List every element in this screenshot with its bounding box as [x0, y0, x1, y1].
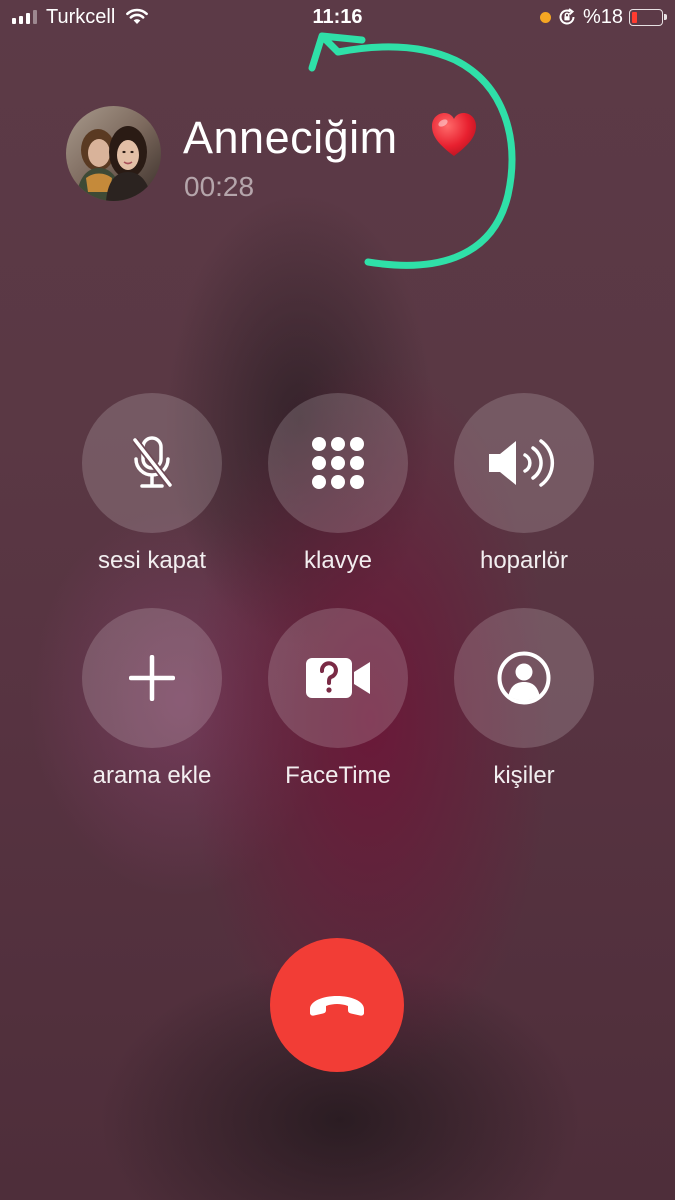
- call-duration: 00:28: [184, 171, 255, 202]
- end-call-button[interactable]: [270, 938, 404, 1072]
- mute-control[interactable]: sesi kapat: [82, 393, 222, 575]
- keypad-icon: [312, 437, 364, 489]
- caller-avatar: [66, 106, 161, 201]
- speaker-control[interactable]: hoparlör: [454, 393, 594, 575]
- facetime-control[interactable]: FaceTime: [268, 608, 408, 790]
- caller-name: Anneciğim: [183, 112, 398, 163]
- battery-level: [632, 11, 637, 23]
- facetime-icon: [306, 658, 370, 698]
- heart-icon: [432, 113, 476, 156]
- contacts-button[interactable]: [454, 608, 594, 748]
- add-call-label: arama ekle: [92, 762, 212, 789]
- contacts-control[interactable]: kişiler: [454, 608, 594, 790]
- mute-button[interactable]: [82, 393, 222, 533]
- speaker-label: hoparlör: [479, 547, 569, 574]
- keypad-button[interactable]: [268, 393, 408, 533]
- orange-dot-indicator: [539, 11, 551, 23]
- status-right-group: %18: [539, 5, 667, 28]
- end-call-icon: [310, 996, 364, 1016]
- battery-icon: [629, 8, 667, 26]
- battery-percentage: %18: [582, 5, 623, 28]
- rotation-lock-icon: [559, 8, 575, 25]
- keypad-control[interactable]: klavye: [268, 393, 408, 575]
- mute-label: sesi kapat: [97, 547, 207, 574]
- add-call-control[interactable]: arama ekle: [82, 608, 222, 790]
- status-bar: Turkcell 11:16 %18: [0, 0, 675, 36]
- facetime-button[interactable]: [268, 608, 408, 748]
- keypad-label: klavye: [303, 547, 373, 574]
- speaker-button[interactable]: [454, 393, 594, 533]
- contacts-label: kişiler: [493, 762, 555, 789]
- plus-icon: [129, 655, 175, 701]
- mic-off-icon: [132, 436, 173, 488]
- facetime-label: FaceTime: [285, 762, 391, 789]
- add-call-button[interactable]: [82, 608, 222, 748]
- contact-icon: [497, 651, 551, 705]
- speaker-icon: [489, 439, 555, 487]
